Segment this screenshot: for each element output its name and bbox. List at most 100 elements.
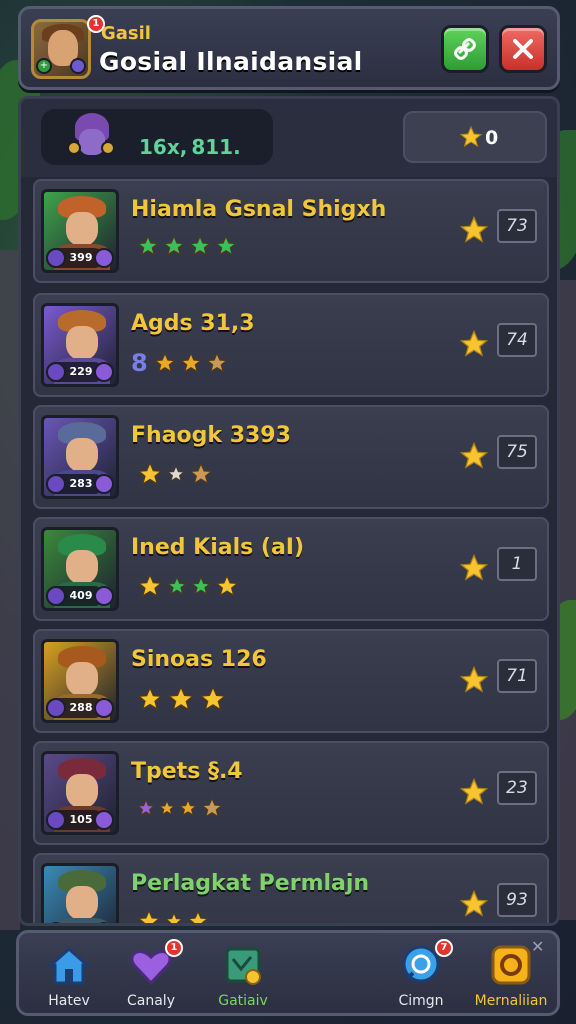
rating-star-icon <box>206 352 228 373</box>
rating-star-icon <box>154 352 176 373</box>
star-balance[interactable]: 0 <box>403 111 547 163</box>
portrait-face <box>66 550 98 584</box>
notification-badge: 7 <box>435 939 453 957</box>
rating-star-icon <box>191 576 211 595</box>
nav-favorites[interactable]: 1 Canaly <box>111 939 191 1013</box>
player-rating <box>131 909 209 923</box>
player-name: Perlagkat Permlajn <box>131 871 370 896</box>
player-portrait[interactable]: 288 <box>41 639 119 723</box>
rating-star-icon <box>189 235 211 256</box>
player-portrait[interactable]: 399 <box>41 189 119 273</box>
player-rating: 8 <box>131 349 228 377</box>
class-badge-icon <box>94 362 114 382</box>
level-badge-icon <box>46 362 66 382</box>
class-badge-icon <box>94 474 114 494</box>
home-icon <box>47 946 91 985</box>
rating-star-icon <box>163 235 185 256</box>
nav-chat-label: Cimgn <box>398 993 444 1009</box>
player-count: 75 <box>497 435 537 469</box>
rating-star-icon <box>137 235 159 256</box>
nav-favorites-label: Canaly <box>127 993 175 1009</box>
player-mini-avatar <box>67 111 115 169</box>
player-rating <box>131 235 237 257</box>
player-row[interactable]: Perlagkat Permlajn 93 <box>33 853 549 923</box>
player-summary-bar: 16х, 811. 0 <box>21 99 557 177</box>
class-badge-icon <box>94 586 114 606</box>
rating-star-icon <box>137 461 163 485</box>
portrait-face <box>66 438 98 472</box>
level-badge-icon <box>46 248 66 268</box>
player-count: 23 <box>497 771 537 805</box>
player-count: 93 <box>497 883 537 917</box>
header-title: Gosial Ilnaidansial <box>99 47 363 76</box>
player-row[interactable]: 288 Sinoas 126 71 <box>33 629 549 733</box>
player-portrait[interactable]: 283 <box>41 415 119 499</box>
player-id-pill[interactable]: 16х, 811. <box>41 109 273 165</box>
player-count: 1 <box>497 547 537 581</box>
header-subtitle: Gasil <box>101 23 151 44</box>
favorite-star-icon[interactable] <box>459 553 489 583</box>
close-icon <box>513 39 533 59</box>
favorite-star-icon[interactable] <box>459 665 489 695</box>
nav-rewards-label: Mernaliian <box>474 993 548 1009</box>
player-avatar[interactable]: + <box>31 19 91 79</box>
player-name: Agds 31,3 <box>131 311 255 336</box>
ring-icon <box>491 945 531 985</box>
rating-star-icon <box>189 462 213 485</box>
nav-map[interactable]: Gatiaiv <box>203 939 283 1013</box>
rating-prefix: 8 <box>131 349 148 377</box>
player-portrait[interactable] <box>41 863 119 923</box>
portrait-face <box>66 212 98 246</box>
player-row[interactable]: 229 Agds 31,3 8 74 <box>33 293 549 397</box>
plus-icon: + <box>36 58 52 74</box>
close-button[interactable] <box>499 25 547 73</box>
bottom-nav: Hatev 1 Canaly Gatiaiv 7 Cimgn Mernaliia… <box>16 930 560 1016</box>
player-list-panel: 16х, 811. 0 399 Hiamla Gsnal Shigxh 73 2… <box>18 96 560 926</box>
portrait-face <box>66 774 98 808</box>
portrait-face <box>66 886 98 920</box>
close-icon[interactable]: ✕ <box>531 937 544 956</box>
confirm-button[interactable] <box>441 25 489 73</box>
player-portrait[interactable]: 409 <box>41 527 119 611</box>
player-name: Tpets §.4 <box>131 759 243 784</box>
rating-star-icon <box>167 576 187 595</box>
link-icon <box>454 38 476 60</box>
level-badge-icon <box>46 810 66 830</box>
background-wall <box>0 250 20 930</box>
rating-star-icon <box>167 465 185 482</box>
player-portrait[interactable]: 105 <box>41 751 119 835</box>
star-icon <box>459 125 483 148</box>
player-portrait[interactable]: 229 <box>41 303 119 387</box>
favorite-star-icon[interactable] <box>459 329 489 359</box>
favorite-star-icon[interactable] <box>459 889 489 919</box>
gem-icon <box>70 58 86 74</box>
player-name: Ined Kials (aI) <box>131 535 305 560</box>
player-count: 74 <box>497 323 537 357</box>
rating-star-icon <box>159 800 175 815</box>
rating-star-icon <box>187 910 209 923</box>
class-badge-icon <box>94 248 114 268</box>
player-count: 71 <box>497 659 537 693</box>
player-row[interactable]: 399 Hiamla Gsnal Shigxh 73 <box>33 179 549 283</box>
class-badge-icon <box>94 698 114 718</box>
player-count: 73 <box>497 209 537 243</box>
favorite-star-icon[interactable] <box>459 777 489 807</box>
level-badge-icon <box>46 698 66 718</box>
portrait-face <box>66 326 98 360</box>
rating-star-icon <box>167 685 195 711</box>
header-bar: + 1 Gasil Gosial Ilnaidansial <box>18 6 560 90</box>
class-badge-icon <box>94 810 114 830</box>
rating-star-icon <box>137 686 163 710</box>
player-row[interactable]: 283 Fhaogk 3393 75 <box>33 405 549 509</box>
level-badge-icon <box>46 474 66 494</box>
nav-home[interactable]: Hatev <box>29 939 109 1013</box>
rating-star-icon <box>215 574 239 597</box>
favorite-star-icon[interactable] <box>459 215 489 245</box>
nav-chat[interactable]: 7 Cimgn <box>381 939 461 1013</box>
player-rating <box>131 573 239 599</box>
player-name: Hiamla Gsnal Shigxh <box>131 197 387 222</box>
portrait-face <box>66 662 98 696</box>
player-row[interactable]: 105 Tpets §.4 23 <box>33 741 549 845</box>
favorite-star-icon[interactable] <box>459 441 489 471</box>
player-row[interactable]: 409 Ined Kials (aI) 1 <box>33 517 549 621</box>
